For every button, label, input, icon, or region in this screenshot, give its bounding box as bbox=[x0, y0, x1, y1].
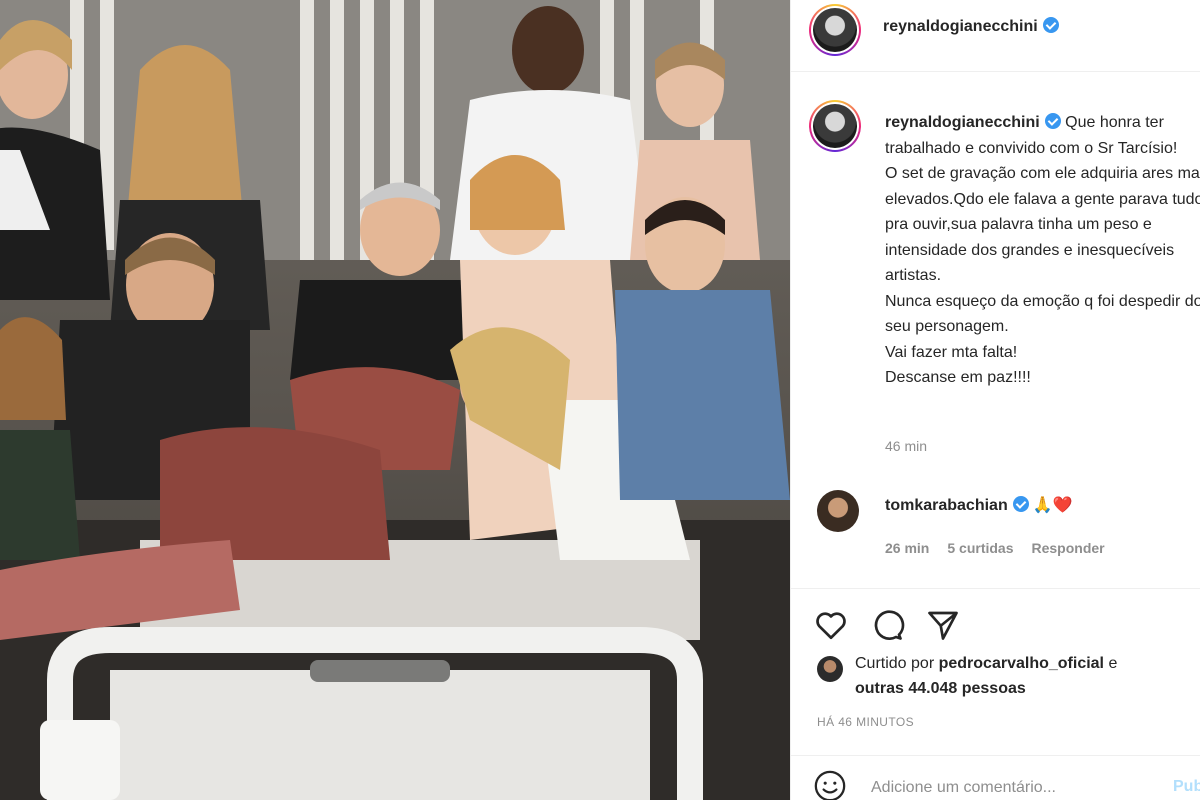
share-icon[interactable] bbox=[925, 607, 961, 643]
caption-author-avatar[interactable] bbox=[809, 100, 861, 152]
comment-item: tomkarabachian 🙏❤️ 26 min 5 curtidas Respon… bbox=[791, 482, 1200, 572]
liker-username[interactable]: pedrocarvalho_oficial bbox=[939, 655, 1104, 672]
commenter-username[interactable]: tomkarabachian bbox=[885, 497, 1008, 514]
add-comment-bar: Publicar bbox=[791, 755, 1200, 800]
comment-meta: 26 min 5 curtidas Responder bbox=[885, 540, 1123, 556]
verified-badge-icon bbox=[1012, 496, 1029, 512]
comment-time[interactable]: 26 min bbox=[885, 540, 929, 556]
reply-button[interactable]: Responder bbox=[1032, 540, 1105, 556]
verified-badge-icon bbox=[1044, 113, 1061, 129]
author-avatar[interactable] bbox=[809, 4, 861, 56]
comment-likes[interactable]: 5 curtidas bbox=[947, 540, 1013, 556]
heart-icon[interactable] bbox=[813, 607, 849, 643]
comment-line: tomkarabachian 🙏❤️ bbox=[885, 495, 1073, 515]
post-header: reynaldogianecchini bbox=[791, 0, 1200, 72]
caption-username[interactable]: reynaldogianecchini bbox=[885, 114, 1040, 131]
liked-by-line: Curtido por pedrocarvalho_oficial e bbox=[855, 655, 1118, 672]
author-username[interactable]: reynaldogianecchini bbox=[883, 17, 1059, 36]
liker-avatar[interactable] bbox=[817, 656, 843, 682]
comment-input[interactable] bbox=[871, 776, 1121, 800]
post-side-panel: reynaldogianecchini reynaldogianecchini … bbox=[790, 0, 1200, 800]
comment-emojis: 🙏❤️ bbox=[1032, 497, 1073, 514]
posted-time[interactable]: HÁ 46 MINUTOS bbox=[817, 715, 914, 729]
comment-icon[interactable] bbox=[869, 607, 905, 643]
caption-text: reynaldogianecchini Que honra ter trabal… bbox=[885, 110, 1200, 391]
post-photo[interactable] bbox=[0, 0, 790, 800]
likes-count[interactable]: outras 44.048 pessoas bbox=[855, 680, 1026, 698]
group-photo-illustration bbox=[0, 0, 790, 800]
caption-time[interactable]: 46 min bbox=[885, 438, 927, 454]
commenter-avatar[interactable] bbox=[817, 490, 859, 532]
emoji-smile-icon[interactable] bbox=[813, 769, 847, 800]
verified-badge-icon bbox=[1042, 17, 1059, 33]
action-bar bbox=[791, 588, 1200, 658]
publish-button[interactable]: Publicar bbox=[1173, 778, 1200, 796]
caption-body: Que honra ter trabalhado e convivido com… bbox=[885, 114, 1200, 386]
